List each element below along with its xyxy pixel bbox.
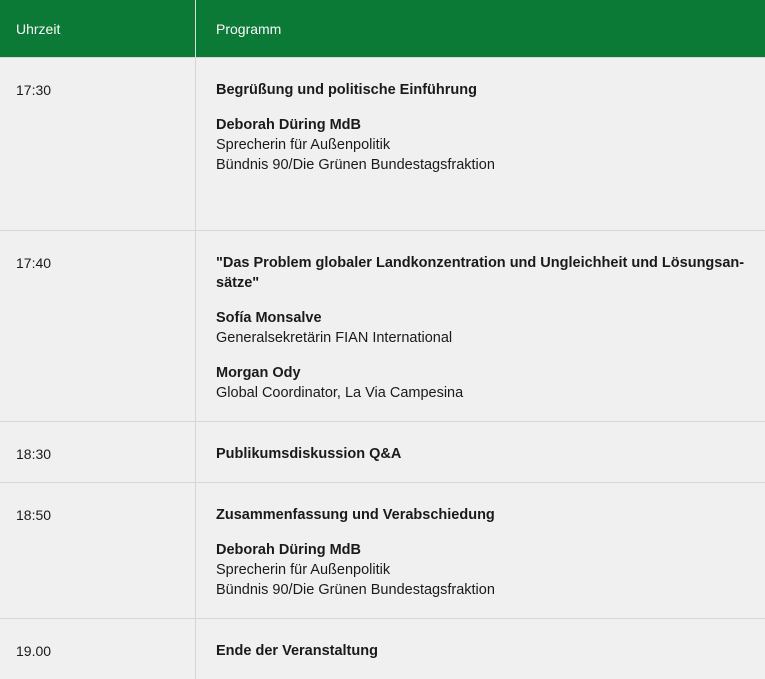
row-time: 19.00 bbox=[0, 619, 196, 679]
speaker-affiliation: Bündnis 90/Die Grünen Bundestagsfraktion bbox=[216, 157, 495, 173]
row-title: Publikumsdiskussion Q&A bbox=[216, 446, 402, 462]
row-time: 18:30 bbox=[0, 422, 196, 482]
speaker-role: Sprecherin für Außenpolitik bbox=[216, 137, 391, 153]
table-header: Uhrzeit Programm bbox=[0, 0, 765, 57]
time-column-header: Uhrzeit bbox=[0, 0, 196, 57]
speaker-role: Generalsekretärin FIAN International bbox=[216, 330, 453, 346]
speaker: Deborah Düring MdB Sprecherin für Außenp… bbox=[216, 115, 745, 175]
agenda-table: Uhrzeit Programm 17:30 Begrüßung und pol… bbox=[0, 0, 765, 679]
row-program: "Das Problem globaler Landkonzentration … bbox=[196, 231, 765, 421]
speaker-role: Sprecherin für Außenpolitik bbox=[216, 562, 391, 578]
speaker-name: Deborah Düring MdB bbox=[216, 117, 361, 133]
row-time: 17:30 bbox=[0, 58, 196, 230]
row-program: Begrüßung und politische Einführung Debo… bbox=[196, 58, 765, 230]
row-title: Begrüßung und politische Einführung bbox=[216, 82, 477, 98]
agenda-row: 18:30 Publikumsdiskussion Q&A bbox=[0, 421, 765, 482]
agenda-row: 17:40 "Das Problem globaler Landkonzentr… bbox=[0, 230, 765, 421]
row-program: Ende der Veranstaltung bbox=[196, 619, 765, 679]
speaker: Morgan Ody Global Coordinator, La Via Ca… bbox=[216, 363, 745, 403]
agenda-row: 18:50 Zusammenfassung und Verabschiedung… bbox=[0, 482, 765, 618]
row-title: Ende der Veranstaltung bbox=[216, 643, 378, 659]
row-program: Zusammenfassung und Verabschiedung Debor… bbox=[196, 483, 765, 618]
speaker: Sofía Monsalve Generalsekretärin FIAN In… bbox=[216, 308, 745, 348]
agenda-row: 19.00 Ende der Veranstaltung bbox=[0, 618, 765, 679]
row-title: "Das Problem globaler Landkonzentration … bbox=[216, 255, 745, 291]
speaker-name: Sofía Monsalve bbox=[216, 310, 322, 326]
speaker-affiliation: Bündnis 90/Die Grünen Bundestagsfraktion bbox=[216, 582, 495, 598]
speaker: Deborah Düring MdB Sprecherin für Außenp… bbox=[216, 540, 745, 600]
agenda-row: 17:30 Begrüßung und politische Einführun… bbox=[0, 57, 765, 230]
program-column-header: Programm bbox=[216, 20, 282, 37]
speaker-role: Global Coordinator, La Via Campesina bbox=[216, 385, 464, 401]
row-time: 17:40 bbox=[0, 231, 196, 421]
row-title: Zusammenfassung und Verabschiedung bbox=[216, 507, 495, 523]
speaker-name: Morgan Ody bbox=[216, 365, 301, 381]
row-program: Publikumsdiskussion Q&A bbox=[196, 422, 765, 482]
speaker-name: Deborah Düring MdB bbox=[216, 542, 361, 558]
row-time: 18:50 bbox=[0, 483, 196, 618]
